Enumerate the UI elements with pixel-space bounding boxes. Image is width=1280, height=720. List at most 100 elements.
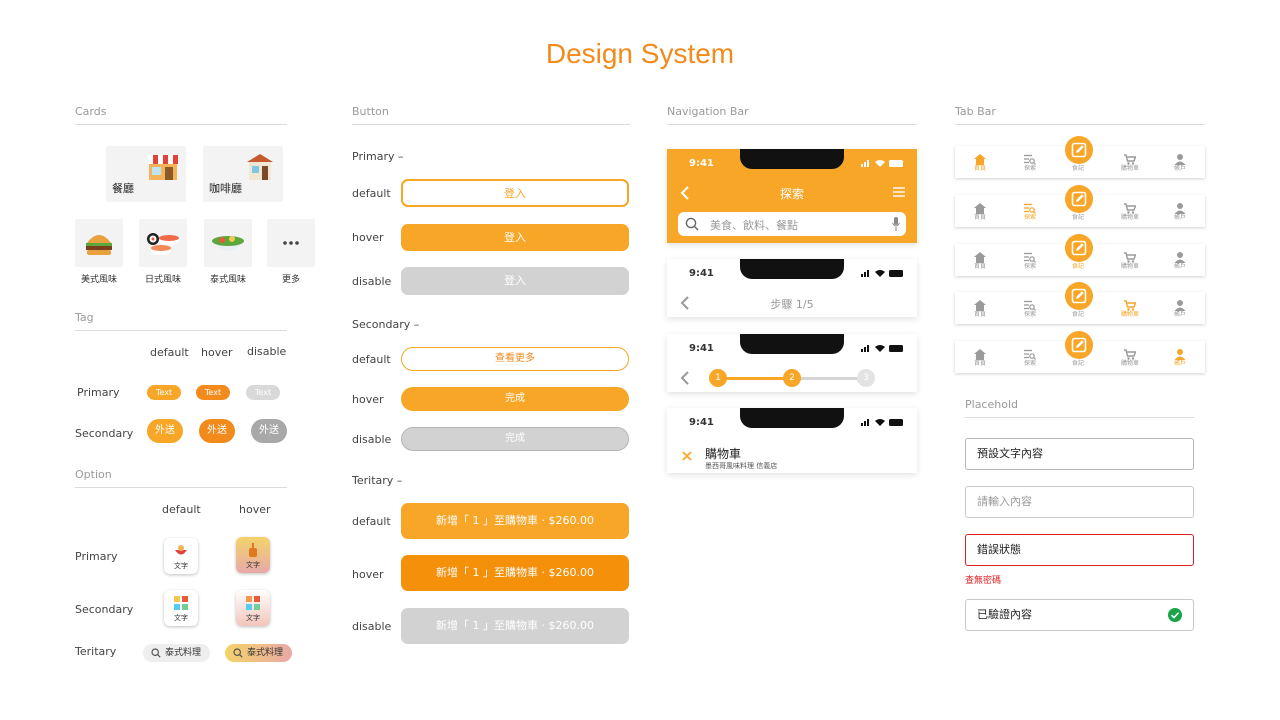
verified-text-field[interactable]: 已驗證內容 [965,599,1194,631]
tab-item[interactable]: 食記 [1058,296,1098,318]
cart-icon [1110,248,1150,263]
verified-value: 已驗證內容 [977,608,1032,621]
card-japanese[interactable] [139,219,187,267]
tab-label: 食記 [1071,311,1084,318]
tab-item[interactable]: 購物車 [1110,248,1150,270]
microphone-icon[interactable] [892,217,900,231]
tab-label: 帳戶 [1173,263,1186,270]
option-tertiary-hover[interactable]: 泰式料理 [225,644,292,662]
tab-item[interactable]: 探索 [1010,296,1050,318]
tab-bar: 首頁 探索 食記 購物車 帳戶 [955,136,1205,178]
tag-state-label: hover [201,346,233,359]
option-text: 文字 [174,562,188,570]
tabbar-header: Tab Bar [955,105,1205,125]
tab-item[interactable]: 食記 [1058,199,1098,221]
card-cafe[interactable]: 咖啡廳 [203,146,283,202]
tab-item[interactable]: 帳戶 [1160,296,1200,318]
option-header: Option [75,468,287,488]
done-button-hover[interactable]: 完成 [401,387,629,411]
tab-item[interactable]: 購物車 [1110,199,1150,221]
tab-label: 食記 [1071,360,1084,367]
placeholder-text-field[interactable]: 請輸入內容 [965,486,1194,518]
nav-search-bar[interactable]: 美食、飲料、餐點 [678,212,906,236]
button-state-label: default [352,353,391,366]
option-row-label: Primary [75,550,118,563]
phone-notch [740,334,844,354]
tab-item[interactable]: 帳戶 [1160,150,1200,172]
navbar-header: Navigation Bar [667,105,917,125]
card-american[interactable] [75,219,123,267]
tag-secondary-hover[interactable]: 外送 [199,419,235,443]
page-title: Design System [545,38,735,69]
tab-item[interactable]: 首頁 [960,248,1000,270]
salad-bowl-icon [212,236,244,251]
tab-label: 探索 [1023,165,1036,172]
card-restaurant[interactable]: 餐廳 [106,146,186,202]
option-primary-default[interactable]: 文字 [164,538,198,574]
tab-label: 帳戶 [1173,360,1186,367]
tab-item[interactable]: 帳戶 [1160,345,1200,367]
home-icon [960,345,1000,360]
tag-primary-hover[interactable]: Text [196,385,230,400]
back-chevron-icon[interactable] [679,370,691,386]
home-icon [960,296,1000,311]
tab-item[interactable]: 食記 [1058,248,1098,270]
search-icon [685,217,699,231]
tab-item[interactable]: 食記 [1058,150,1098,172]
step-3[interactable]: 3 [857,369,875,387]
tab-label: 首頁 [973,360,986,367]
tab-item[interactable]: 探索 [1010,150,1050,172]
nav-cart: 9:41 購物車 墨西哥風味料理 信義店 [667,408,917,473]
tab-item[interactable]: 探索 [1010,345,1050,367]
tab-item[interactable]: 首頁 [960,345,1000,367]
tab-label: 帳戶 [1173,214,1186,221]
option-row-label: Teritary [75,645,117,658]
option-primary-hover[interactable]: 文字 [236,537,270,573]
search-list-icon [1010,345,1050,360]
tab-item[interactable]: 購物車 [1110,150,1150,172]
pill-text: 泰式料理 [165,648,202,658]
progress-fill [718,377,792,380]
option-tertiary-default[interactable]: 泰式料理 [143,644,210,662]
tab-item[interactable]: 探索 [1010,248,1050,270]
tab-item[interactable]: 帳戶 [1160,199,1200,221]
add-to-cart-button-hover[interactable]: 新增「 1 」至購物車 ‧ $260.00 [401,555,629,591]
tab-item[interactable]: 購物車 [1110,345,1150,367]
tag-secondary-default[interactable]: 外送 [147,419,183,443]
tab-item[interactable]: 帳戶 [1160,248,1200,270]
card-more[interactable] [267,219,315,267]
option-secondary-default[interactable]: 文字 [164,590,198,626]
card-caption: 更多 [281,275,300,285]
tag-secondary-disable: 外送 [251,419,287,443]
error-text-field[interactable]: 錯誤狀態 [965,534,1194,566]
tag-primary-default[interactable]: Text [147,385,181,400]
menu-icon[interactable] [893,187,905,197]
noodle-bowl-icon [175,545,187,555]
tab-item[interactable]: 首頁 [960,150,1000,172]
tab-item[interactable]: 探索 [1010,199,1050,221]
tab-label: 首頁 [973,214,986,221]
tag-state-label: default [150,346,189,359]
more-dots-icon [283,241,299,245]
login-button-default[interactable]: 登入 [401,179,629,207]
tab-item[interactable]: 首頁 [960,199,1000,221]
tab-item[interactable]: 購物車 [1110,296,1150,318]
tab-item[interactable]: 首頁 [960,296,1000,318]
close-icon[interactable] [682,451,692,461]
tab-bar: 首頁 探索 食記 購物車 帳戶 [955,282,1205,324]
see-more-button-default[interactable]: 查看更多 [401,347,629,371]
button-state-label: default [352,515,391,528]
card-thai[interactable] [204,219,252,267]
step-2[interactable]: 2 [783,369,801,387]
button-state-label: disable [352,620,392,633]
tab-item[interactable]: 食記 [1058,345,1098,367]
login-button-hover[interactable]: 登入 [401,224,629,251]
option-secondary-hover[interactable]: 文字 [236,590,270,626]
step-1[interactable]: 1 [709,369,727,387]
tab-label: 購物車 [1120,165,1139,172]
add-to-cart-button-default[interactable]: 新增「 1 」至購物車 ‧ $260.00 [401,503,629,539]
cafe-shop-icon [247,154,273,180]
default-text-field[interactable]: 預設文字內容 [965,438,1194,470]
tab-label: 探索 [1023,263,1036,270]
button-state-label: disable [352,275,392,288]
